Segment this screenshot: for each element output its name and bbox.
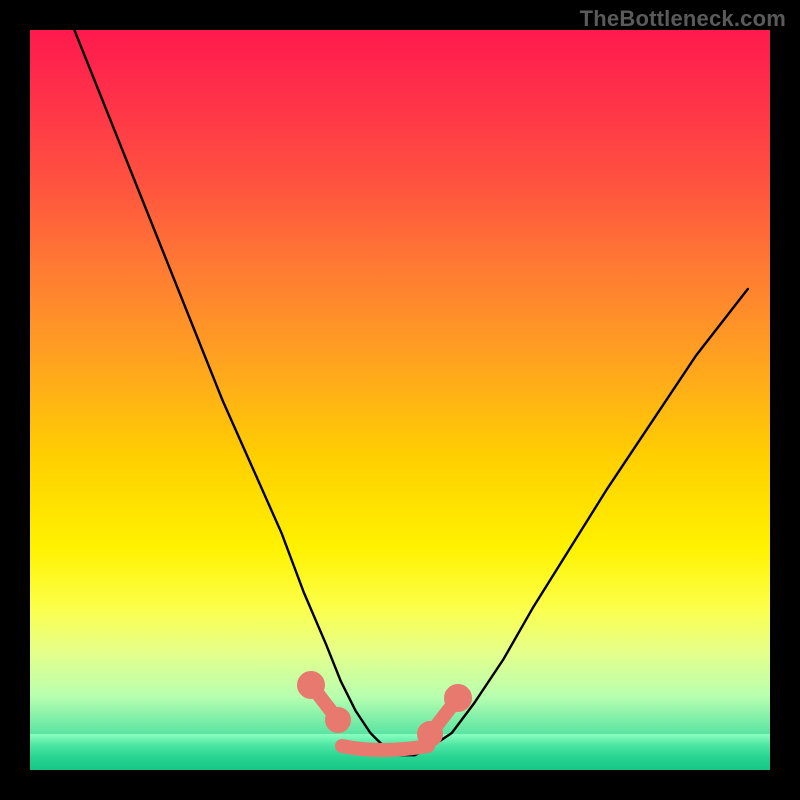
valley-marker-left-dot2	[332, 714, 344, 726]
watermark-text: TheBottleneck.com	[580, 6, 786, 32]
valley-marker-right	[430, 698, 458, 734]
chart-frame: TheBottleneck.com	[0, 0, 800, 800]
valley-marker-right-dot2	[451, 691, 465, 705]
valley-marker-left-dot	[304, 678, 318, 692]
curve-layer	[30, 30, 770, 770]
plot-area	[30, 30, 770, 770]
green-band	[30, 734, 770, 770]
bottleneck-curve	[74, 30, 747, 755]
valley-marker-left	[311, 685, 338, 720]
